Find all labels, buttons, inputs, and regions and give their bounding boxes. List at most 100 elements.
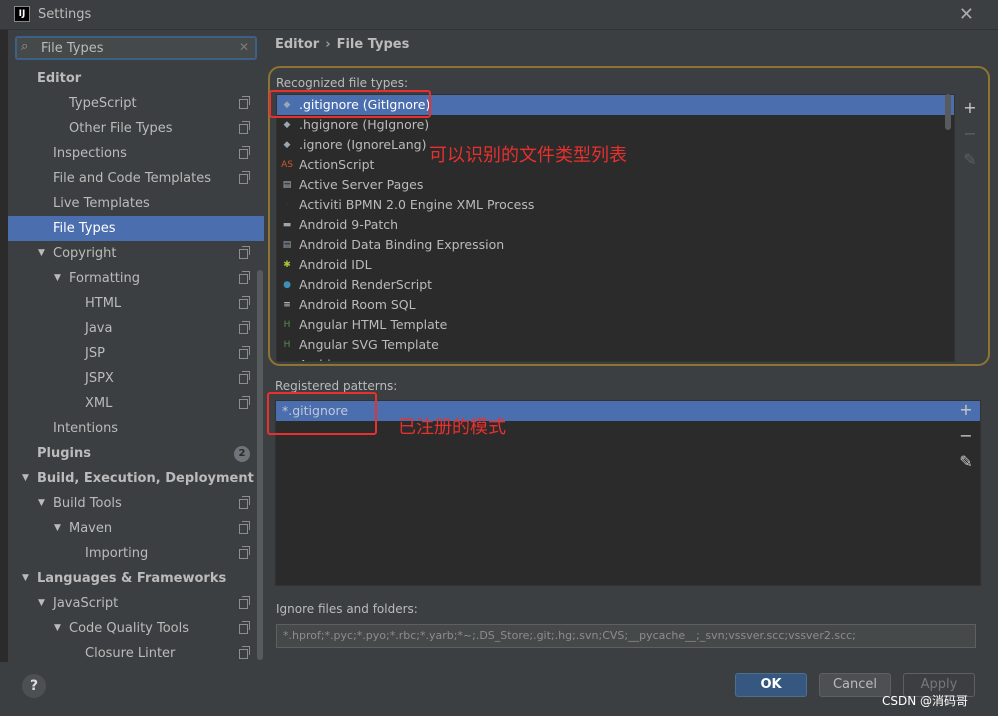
ignore-files-input[interactable]: *.hprof;*.pyc;*.pyo;*.rbc;*.yarb;*~;.DS_…	[276, 624, 976, 648]
recognized-file-types-label: Recognized file types:	[276, 76, 408, 90]
tree-item-label: TypeScript	[69, 96, 137, 111]
file-type-item[interactable]: ▤ Archive	[277, 355, 954, 361]
tree-item[interactable]: ▼ Maven	[8, 516, 264, 541]
file-type-item[interactable]: · Activiti BPMN 2.0 Engine XML Process	[277, 195, 954, 215]
file-type-item[interactable]: ≡ Android Room SQL	[277, 295, 954, 315]
add-pattern-button[interactable]: +	[956, 400, 976, 426]
tree-item-label: HTML	[85, 296, 122, 311]
tree-item[interactable]: Inspections	[8, 141, 264, 166]
add-file-type-button[interactable]: +	[960, 98, 980, 124]
expand-arrow-icon[interactable]: ▼	[54, 616, 61, 641]
close-icon[interactable]: ✕	[959, 4, 974, 25]
hg-file-icon: ◆	[283, 120, 291, 130]
file-type-name: Android 9-Patch	[299, 217, 399, 232]
ok-button[interactable]: OK	[735, 673, 807, 697]
archive-icon: ▤	[281, 358, 293, 361]
tree-item-label: Build, Execution, Deployment	[37, 471, 254, 486]
tree-item[interactable]: JSP	[8, 341, 264, 366]
edit-pattern-button[interactable]: ✎	[956, 452, 976, 478]
help-button[interactable]: ?	[22, 674, 46, 698]
dialog-button-bar: ? OK Cancel Apply CSDN @消码哥	[0, 662, 998, 716]
project-settings-icon	[239, 496, 250, 509]
tree-item-label: Importing	[85, 546, 149, 561]
file-type-item[interactable]: ▤ Active Server Pages	[277, 175, 954, 195]
tree-item-label: JavaScript	[53, 596, 119, 611]
breadcrumb-separator: ›	[325, 37, 331, 52]
tree-item[interactable]: HTML	[8, 291, 264, 316]
expand-arrow-icon[interactable]: ▼	[54, 266, 61, 291]
title-bar: IJ Settings ✕	[0, 0, 998, 30]
plugins-update-badge: 2	[234, 446, 250, 462]
search-icon: ⌕	[21, 39, 29, 54]
tree-item-label: Intentions	[53, 421, 119, 436]
tree-item[interactable]: JSPX	[8, 366, 264, 391]
folder-icon: ▬	[282, 220, 292, 230]
tree-item[interactable]: Intentions	[8, 416, 264, 441]
tree-item-label: Copyright	[53, 246, 117, 261]
expand-arrow-icon[interactable]: ▼	[38, 241, 45, 266]
recognized-file-types-list[interactable]: ◆ .gitignore (GitIgnore) ◆ .hgignore (HgIgn…	[276, 94, 955, 362]
expand-arrow-icon[interactable]: ▼	[54, 516, 61, 541]
tree-item[interactable]: Java	[8, 316, 264, 341]
file-type-name: Android RenderScript	[299, 277, 433, 292]
expand-arrow-icon[interactable]: ▼	[22, 566, 29, 591]
tree-item[interactable]: ▼ JavaScript	[8, 591, 264, 616]
expand-arrow-icon[interactable]: ▼	[38, 491, 45, 516]
tree-item[interactable]: Editor	[8, 66, 264, 91]
file-types-annotation: 可以识别的文件类型列表	[429, 145, 627, 166]
file-type-item[interactable]: ◆ .hgignore (HgIgnore)	[277, 115, 954, 135]
tree-item[interactable]: TypeScript	[8, 91, 264, 116]
registered-patterns-list[interactable]: *.gitignore	[275, 400, 981, 586]
file-type-item[interactable]: ● Android RenderScript	[277, 275, 954, 295]
tree-item[interactable]: ▼ Build Tools	[8, 491, 264, 516]
breadcrumb-parent[interactable]: Editor	[275, 37, 319, 52]
clear-search-icon[interactable]: ✕	[239, 40, 249, 54]
tree-item-label: Other File Types	[69, 121, 173, 136]
renderscript-icon: ●	[283, 280, 291, 290]
tree-item[interactable]: ▼ Build, Execution, Deployment	[8, 466, 264, 491]
sidebar-scrollbar[interactable]	[257, 270, 263, 660]
file-type-name: Angular HTML Template	[299, 317, 448, 332]
file-type-name: Active Server Pages	[299, 177, 424, 192]
tree-item[interactable]: File and Code Templates	[8, 166, 264, 191]
data-binding-icon: ▤	[282, 240, 292, 250]
tree-item[interactable]: Closure Linter	[8, 641, 264, 662]
angular-svg-icon: H	[283, 340, 291, 350]
file-type-name: Android Room SQL	[299, 297, 416, 312]
tree-item[interactable]: ▼ Languages & Frameworks	[8, 566, 264, 591]
tree-item[interactable]: File Types	[8, 216, 264, 241]
project-settings-icon	[239, 621, 250, 634]
file-type-name: .hgignore (HgIgnore)	[299, 117, 430, 132]
file-type-item[interactable]: ▬ Android 9-Patch	[277, 215, 954, 235]
tree-item[interactable]: Other File Types	[8, 116, 264, 141]
search-input[interactable]	[41, 39, 231, 57]
registered-patterns-label: Registered patterns:	[275, 379, 398, 393]
ignore-files-label: Ignore files and folders:	[276, 602, 418, 616]
pattern-item[interactable]: *.gitignore	[276, 401, 980, 421]
expand-arrow-icon[interactable]: ▼	[22, 466, 29, 491]
tree-item[interactable]: Live Templates	[8, 191, 264, 216]
project-settings-icon	[239, 271, 250, 284]
edit-file-type-button[interactable]: ✎	[960, 150, 980, 176]
file-type-item[interactable]: ▤ Android Data Binding Expression	[277, 235, 954, 255]
tree-item[interactable]: ▼ Copyright	[8, 241, 264, 266]
tree-item[interactable]: Plugins 2	[8, 441, 264, 466]
remove-file-type-button[interactable]: −	[960, 124, 980, 150]
tree-item-label: Formatting	[69, 271, 141, 286]
remove-pattern-button[interactable]: −	[956, 426, 976, 452]
cancel-button[interactable]: Cancel	[819, 673, 891, 697]
settings-search-box[interactable]: ⌕ ✕	[15, 36, 257, 60]
file-type-item[interactable]: ✱ Android IDL	[277, 255, 954, 275]
expand-arrow-icon[interactable]: ▼	[38, 591, 45, 616]
file-type-name: ActionScript	[299, 157, 375, 172]
tree-item-label: File and Code Templates	[53, 171, 211, 186]
file-type-item[interactable]: H Angular HTML Template	[277, 315, 954, 335]
tree-item-label: Languages & Frameworks	[37, 571, 227, 586]
tree-item[interactable]: ▼ Formatting	[8, 266, 264, 291]
pattern-highlight-box	[267, 392, 377, 435]
file-type-item[interactable]: H Angular SVG Template	[277, 335, 954, 355]
tree-item[interactable]: Importing	[8, 541, 264, 566]
tree-item[interactable]: XML	[8, 391, 264, 416]
file-list-scrollbar[interactable]	[945, 94, 951, 130]
tree-item[interactable]: ▼ Code Quality Tools	[8, 616, 264, 641]
